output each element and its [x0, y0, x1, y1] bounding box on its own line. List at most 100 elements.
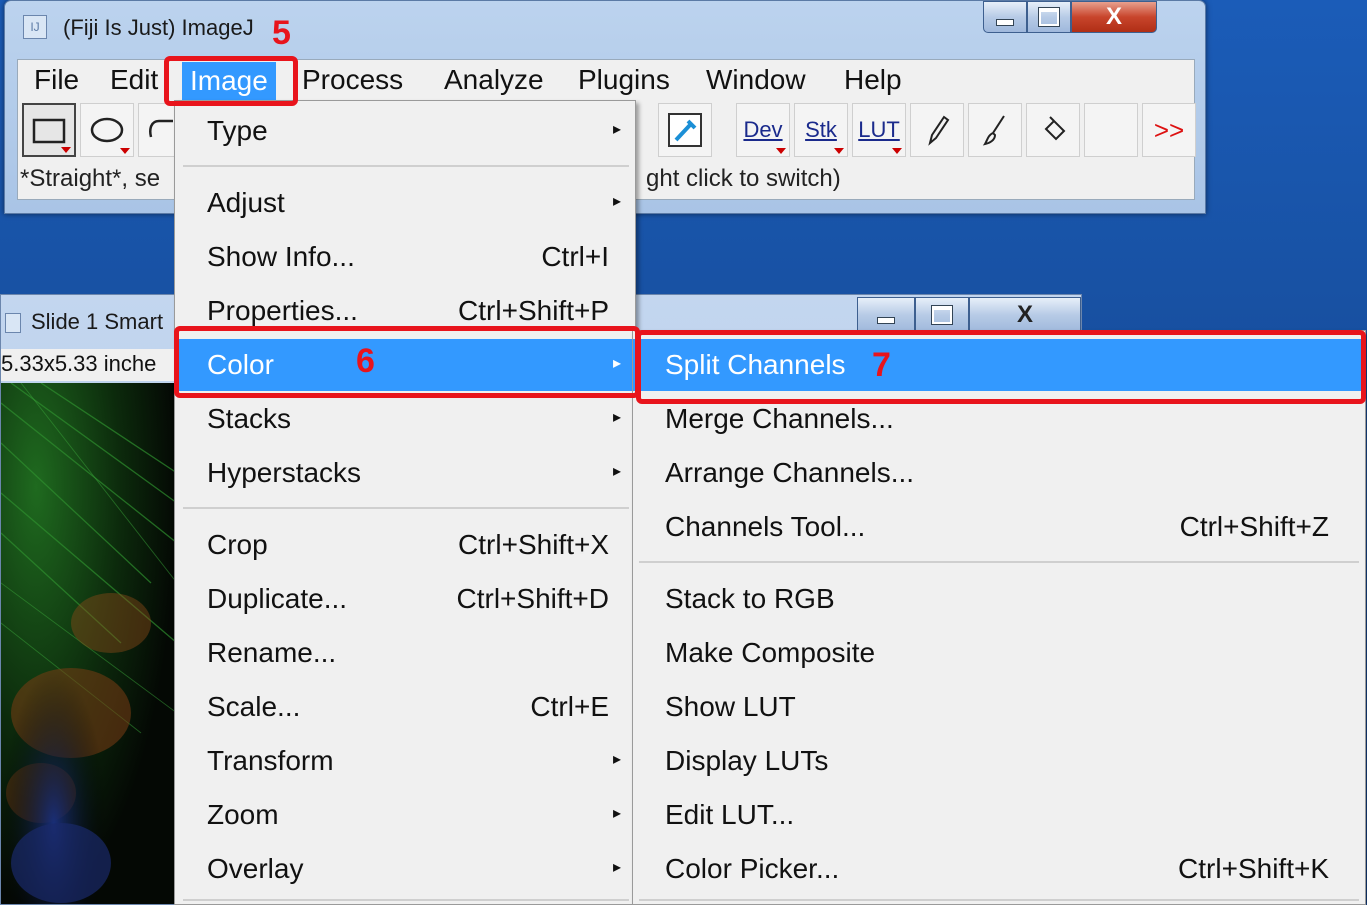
brush-tool[interactable]: [968, 103, 1022, 157]
menu-item-label: Overlay: [207, 853, 304, 884]
menu-analyze[interactable]: Analyze: [444, 64, 544, 96]
menu-file[interactable]: File: [34, 64, 79, 96]
menu-shortcut: Ctrl+Shift+D: [456, 583, 610, 614]
lut-tool[interactable]: LUT: [852, 103, 906, 157]
menu-item-transform[interactable]: Transform ▸: [175, 735, 633, 787]
menu-item-label: Crop: [207, 529, 268, 560]
menu-item-stacks[interactable]: Stacks ▸: [175, 393, 633, 445]
menu-item-adjust[interactable]: Adjust ▸: [175, 177, 633, 229]
menu-item-scale[interactable]: Scale... Ctrl+E: [175, 681, 633, 733]
submenu-arrow-icon: ▸: [612, 463, 621, 480]
menu-item-label: Edit LUT...: [665, 799, 795, 830]
image-close-button[interactable]: X: [969, 297, 1081, 333]
tool-options-indicator: [776, 148, 786, 154]
minimize-button[interactable]: [983, 1, 1027, 33]
microscopy-image[interactable]: [1, 383, 177, 904]
menu-item-label: Make Composite: [665, 637, 876, 668]
image-maximize-button[interactable]: [915, 297, 969, 333]
menu-item-channels-tool[interactable]: Channels Tool... Ctrl+Shift+Z: [633, 501, 1363, 553]
menu-item-arrange-channels[interactable]: Arrange Channels...: [633, 447, 1363, 499]
menu-item-label: Display LUTs: [665, 745, 829, 776]
menu-item-label: Hyperstacks: [207, 457, 362, 488]
menu-separator: [183, 507, 629, 509]
maximize-icon: [931, 305, 953, 325]
menu-help[interactable]: Help: [844, 64, 902, 96]
submenu-arrow-icon: ▸: [612, 751, 621, 768]
menu-item-label: Scale...: [207, 691, 301, 722]
menu-shortcut: Ctrl+Shift+P: [458, 295, 609, 326]
close-button[interactable]: X: [1071, 1, 1157, 33]
color-picker-tool[interactable]: [658, 103, 712, 157]
stk-label: Stk: [805, 117, 837, 142]
menu-item-hyperstacks[interactable]: Hyperstacks ▸: [175, 447, 633, 499]
image-window-icon: [5, 313, 21, 333]
pencil-tool[interactable]: [910, 103, 964, 157]
maximize-button[interactable]: [1027, 1, 1071, 33]
minimize-icon: [877, 316, 895, 324]
submenu-arrow-icon: ▸: [612, 193, 621, 210]
dev-tool[interactable]: Dev: [736, 103, 790, 157]
menu-item-show-info[interactable]: Show Info... Ctrl+I: [175, 231, 633, 283]
rectangle-tool[interactable]: [22, 103, 76, 157]
menu-item-rename[interactable]: Rename...: [175, 627, 633, 679]
menu-separator: [183, 165, 629, 167]
menu-separator: [183, 899, 629, 901]
image-minimize-button[interactable]: [857, 297, 915, 333]
tool-options-indicator: [834, 148, 844, 154]
menu-item-label: Zoom: [207, 799, 279, 830]
menu-process[interactable]: Process: [302, 64, 403, 96]
menu-edit[interactable]: Edit: [110, 64, 158, 96]
more-tools-button[interactable]: >>: [1142, 103, 1196, 157]
flood-fill-icon: [1044, 116, 1066, 141]
highlight-color-item: [174, 326, 640, 398]
menu-item-overlay[interactable]: Overlay ▸: [175, 843, 633, 895]
menu-item-label: Stacks: [207, 403, 292, 434]
dev-label: Dev: [743, 117, 783, 142]
step-5-label: 5: [272, 14, 291, 52]
menu-window[interactable]: Window: [706, 64, 806, 96]
submenu-arrow-icon: ▸: [612, 805, 621, 822]
menu-shortcut: Ctrl+Shift+Z: [1179, 511, 1329, 542]
menu-item-label: Duplicate...: [207, 583, 348, 614]
menu-separator: [639, 899, 1359, 901]
highlight-split-channels: [636, 330, 1366, 404]
menu-item-crop[interactable]: Crop Ctrl+Shift+X: [175, 519, 633, 571]
polygon-icon: [149, 119, 173, 138]
menu-item-zoom[interactable]: Zoom ▸: [175, 789, 633, 841]
submenu-arrow-icon: ▸: [612, 859, 621, 876]
brush-icon: [982, 115, 1005, 146]
blank-tool[interactable]: [1084, 103, 1138, 157]
menu-item-display-luts[interactable]: Display LUTs: [633, 735, 1363, 787]
menu-item-edit-lut[interactable]: Edit LUT...: [633, 789, 1363, 841]
stk-tool[interactable]: Stk: [794, 103, 848, 157]
menu-item-duplicate[interactable]: Duplicate... Ctrl+Shift+D: [175, 573, 633, 625]
pencil-icon: [928, 115, 950, 146]
menu-item-type[interactable]: Type ▸: [175, 105, 633, 157]
color-submenu: Split Channels Merge Channels... Arrange…: [632, 330, 1366, 905]
menu-item-label: Rename...: [207, 637, 337, 668]
oval-icon: [90, 117, 124, 143]
menu-item-label: Show LUT: [665, 691, 796, 722]
menu-plugins[interactable]: Plugins: [578, 64, 670, 96]
status-text-right: ght click to switch): [646, 165, 841, 192]
submenu-arrow-icon: ▸: [612, 409, 621, 426]
menu-item-label: Properties...: [207, 295, 358, 326]
menu-item-color-picker[interactable]: Color Picker... Ctrl+Shift+K: [633, 843, 1363, 895]
menu-item-show-lut[interactable]: Show LUT: [633, 681, 1363, 733]
flood-fill-tool[interactable]: [1026, 103, 1080, 157]
image-info-line: 5.33x5.33 inche: [1, 349, 181, 381]
window-title: (Fiji Is Just) ImageJ: [63, 15, 254, 40]
menu-item-stack-to-rgb[interactable]: Stack to RGB: [633, 573, 1363, 625]
oval-tool[interactable]: [80, 103, 134, 157]
imagej-app-icon: IJ: [23, 15, 47, 39]
menu-item-make-composite[interactable]: Make Composite: [633, 627, 1363, 679]
menu-separator: [639, 561, 1359, 563]
tool-options-indicator: [892, 148, 902, 154]
window-controls: X: [983, 1, 1157, 35]
close-icon: X: [1016, 301, 1033, 328]
menu-item-label: Show Info...: [207, 241, 355, 272]
image-menu-dropdown: Type ▸ Adjust ▸ Show Info... Ctrl+I Prop…: [174, 100, 636, 905]
step-7-label: 7: [872, 346, 891, 384]
tool-options-indicator: [120, 148, 130, 154]
highlight-image-menu: [164, 56, 298, 106]
